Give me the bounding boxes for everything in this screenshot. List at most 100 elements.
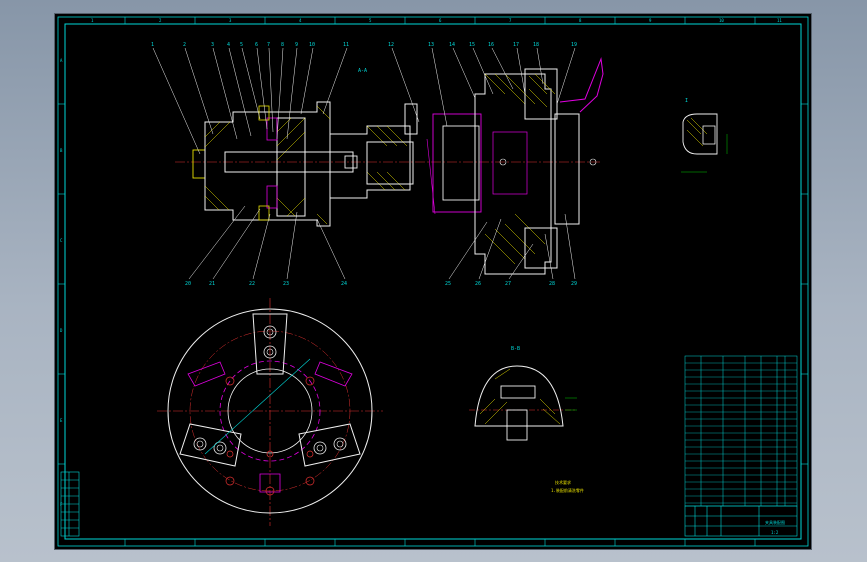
- jaw-right-hole-2: [333, 437, 347, 451]
- detail-bb-label: B-B: [511, 346, 520, 352]
- parts-list-table: [684, 355, 798, 507]
- bottom-balloon-labels: 20 21 22 23 24 25 26 27 28 29: [185, 281, 577, 287]
- zone-col-4: 4: [299, 18, 302, 23]
- zone-col-3: 3: [229, 18, 232, 23]
- balloon-9: 9: [295, 42, 298, 48]
- section-label-main: A-A: [358, 68, 367, 74]
- zone-col-1: 1: [91, 18, 94, 23]
- zone-row-f: F: [60, 502, 63, 507]
- zone-row-b: B: [60, 148, 63, 153]
- balloon-17: 17: [513, 42, 519, 48]
- balloon-19: 19: [571, 42, 577, 48]
- drawing-frame: [64, 23, 802, 540]
- balloon-29: 29: [571, 281, 577, 287]
- balloon-28: 28: [549, 281, 555, 287]
- seal-upper: [266, 117, 278, 141]
- piston-hatch: [276, 117, 306, 217]
- jaw-lower-left: [179, 423, 242, 467]
- bolt-hole-8: [306, 450, 314, 458]
- piston: [276, 117, 306, 217]
- zone-col-10: 10: [719, 18, 724, 23]
- detail-bb-profile: [474, 365, 564, 427]
- rotary-joint-body: [432, 113, 482, 213]
- main-section-view: [175, 57, 604, 275]
- top-balloon-leaders: [152, 47, 576, 155]
- balloon-24: 24: [341, 281, 347, 287]
- balloon-1: 1: [151, 42, 154, 48]
- zone-row-d: D: [60, 328, 63, 333]
- chuck-body-hatch: [484, 73, 546, 265]
- detail-small-hatch: [686, 117, 708, 147]
- note-title: 技术要求: [555, 479, 571, 485]
- balloon-21: 21: [209, 281, 215, 287]
- bracket-flange: [404, 103, 418, 135]
- balloon-12: 12: [388, 42, 394, 48]
- bottom-balloon-leaders: [188, 205, 576, 280]
- rotary-joint-inner: [442, 125, 480, 201]
- balloon-20: 20: [185, 281, 191, 287]
- zone-row-c: C: [60, 238, 63, 243]
- detail-view-small: I: [681, 98, 728, 173]
- balloon-27: 27: [505, 281, 511, 287]
- title-block-scale: 1:2: [771, 530, 779, 535]
- zone-labels: 1 2 3 4 5 6 7 8 9 10 11 A B C D E F: [60, 18, 782, 507]
- cad-viewport[interactable]: 1 2 3 4 5 6 7 8 9 10 11 A B C D E F 1 2 …: [55, 14, 811, 549]
- balloon-10: 10: [309, 42, 315, 48]
- balloon-23: 23: [283, 281, 289, 287]
- detail-view-bb: B-B: [469, 346, 577, 441]
- zone-row-a: A: [60, 58, 63, 63]
- chuck-front-view: [157, 298, 383, 526]
- workpiece-arm: [559, 57, 604, 113]
- assembly-drawing: 1 2 3 4 5 6 7 8 9 10 11 A B C D E F 1 2 …: [57, 16, 809, 547]
- bolt-hole-3: [225, 476, 235, 486]
- workpiece-bore: [492, 131, 528, 195]
- detail-bb-key: [500, 385, 536, 399]
- balloon-16: 16: [488, 42, 494, 48]
- detail-small-insert: [702, 125, 716, 145]
- balloon-14: 14: [449, 42, 455, 48]
- balloon-13: 13: [428, 42, 434, 48]
- transfer-sleeve: [366, 141, 414, 185]
- jaw-lower-right: [298, 423, 361, 467]
- sheet-border: [57, 16, 809, 547]
- jaw-left-hole-1: [193, 437, 207, 451]
- hidden-slot-left: [187, 361, 226, 387]
- cylinder-housing: [204, 101, 331, 227]
- zone-col-11: 11: [777, 18, 782, 23]
- seal-lower: [266, 185, 278, 209]
- zone-col-9: 9: [649, 18, 652, 23]
- balloon-7: 7: [267, 42, 270, 48]
- zone-col-2: 2: [159, 18, 162, 23]
- bolt-hole-7: [226, 450, 234, 458]
- balloon-22: 22: [249, 281, 255, 287]
- balloon-26: 26: [475, 281, 481, 287]
- jaw-left-hole-2: [213, 441, 227, 455]
- balloon-2: 2: [183, 42, 186, 48]
- zone-col-6: 6: [439, 18, 442, 23]
- detail-bb-hatch: [479, 368, 561, 425]
- bolt-hole-4: [305, 476, 315, 486]
- title-block-drawing-name: 夹具装配图: [765, 519, 785, 525]
- zone-col-7: 7: [509, 18, 512, 23]
- balloon-6: 6: [255, 42, 258, 48]
- revision-table: [60, 471, 80, 537]
- jaw-right-hole-1: [313, 441, 327, 455]
- balloon-8: 8: [281, 42, 284, 48]
- balloon-25: 25: [445, 281, 451, 287]
- balloon-4: 4: [227, 42, 230, 48]
- chuck-body: [474, 73, 552, 275]
- balloon-3: 3: [211, 42, 214, 48]
- technical-notes: 技术要求 1.装配前清洗零件: [551, 479, 584, 493]
- lower-jaw: [524, 227, 558, 269]
- zone-row-e: E: [60, 418, 63, 423]
- parts-list-rows: [685, 362, 797, 504]
- zone-ticks: [58, 17, 808, 546]
- rotary-joint-axis: [426, 138, 436, 215]
- balloon-18: 18: [533, 42, 539, 48]
- top-balloon-labels: 1 2 3 4 5 6 7 8 9 10 11 12 13 14 15 16 1…: [151, 42, 577, 48]
- zone-col-8: 8: [579, 18, 582, 23]
- detail-small-label: I: [685, 98, 688, 104]
- note-line-1: 1.装配前清洗零件: [551, 487, 584, 493]
- hidden-slot-right: [314, 361, 353, 387]
- detail-bb-screw: [506, 409, 528, 441]
